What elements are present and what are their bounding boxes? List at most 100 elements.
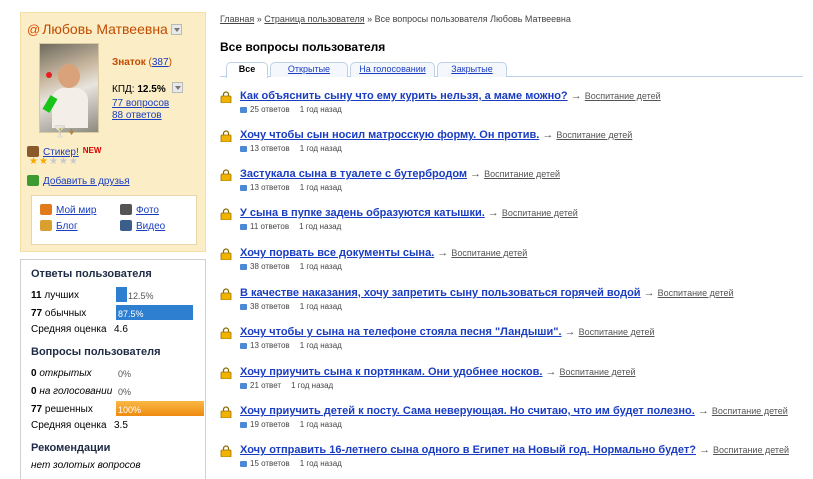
question-title-link[interactable]: У сына в пупке задень образуются катышки… — [240, 207, 485, 219]
answers-count: 13 ответов — [250, 183, 290, 192]
tab-voting-label[interactable]: На голосовании — [359, 64, 426, 74]
question-title-link[interactable]: В качестве наказания, хочу запретить сын… — [240, 287, 641, 299]
video-icon — [120, 220, 132, 231]
question-title-row: Хочу приучить сына к портянкам. Они удоб… — [240, 366, 636, 378]
question-category-link[interactable]: Воспитание детей — [579, 327, 655, 337]
question-category-link[interactable]: Воспитание детей — [713, 445, 789, 455]
best-answers-row: 11 лучших — [31, 290, 79, 301]
question-category-link[interactable]: Воспитание детей — [658, 288, 734, 298]
question-time: 1 год назад — [299, 222, 342, 231]
comment-bubble-icon — [240, 146, 247, 152]
question-category-link[interactable]: Воспитание детей — [585, 91, 661, 101]
usual-pct: 87.5% — [118, 309, 144, 319]
question-meta: 21 ответ 1 год назад — [240, 381, 333, 390]
avatar-face — [58, 64, 80, 88]
question-title-link[interactable]: Хочу приучить сына к портянкам. Они удоб… — [240, 366, 542, 378]
question-title-link[interactable]: Хочу чтобы у сына на телефоне стояла пес… — [240, 326, 562, 338]
lock-icon — [220, 367, 232, 379]
arrow-icon: → — [698, 444, 710, 456]
avg-answers-value: 4.6 — [114, 324, 128, 335]
open-label: открытых — [39, 368, 92, 379]
video-link[interactable]: Видео — [136, 221, 165, 232]
breadcrumb-current: Все вопросы пользователя Любовь Матвеевн… — [374, 14, 571, 24]
rank-text: Знаток — [112, 57, 146, 68]
blog-icon — [40, 220, 52, 231]
avatar[interactable] — [39, 43, 99, 133]
breadcrumb-user-page[interactable]: Страница пользователя — [264, 14, 364, 24]
points-link[interactable]: 387 — [152, 57, 169, 68]
question-title-row: Хочу отправить 16-летнего сына одного в … — [240, 444, 789, 456]
question-title-link[interactable]: Хочу приучить детей к посту. Сама неверу… — [240, 405, 695, 417]
kpd-info-icon[interactable] — [171, 82, 183, 93]
answers-count: 15 ответов — [250, 459, 290, 468]
question-title-row: Хочу приучить детей к посту. Сама неверу… — [240, 405, 788, 417]
tab-all[interactable]: Все — [226, 62, 268, 78]
my-world-link[interactable]: Мой мир — [56, 205, 96, 216]
question-category-link[interactable]: Воспитание детей — [556, 130, 632, 140]
user-stats: Ответы пользователя 11 лучших 12.5% 77 о… — [20, 259, 206, 479]
tab-closed-label[interactable]: Закрытые — [451, 64, 492, 74]
lock-icon — [220, 169, 232, 181]
star-filled-icon: ★ — [29, 156, 39, 167]
blog-item: Блог — [40, 220, 78, 232]
questions-count-link[interactable]: 77 вопросов — [112, 98, 169, 109]
video-item: Видео — [120, 220, 165, 232]
open-questions-row: 0 открытых — [31, 368, 92, 379]
question-title-link[interactable]: Как объяснить сыну что ему курить нельзя… — [240, 90, 568, 102]
avg-questions-row: Средняя оценка — [31, 420, 107, 431]
avg-answers-row: Средняя оценка — [31, 324, 107, 335]
star-empty-icon: ★ — [68, 156, 79, 167]
profile-name[interactable]: @ Любовь Матвеевна — [27, 21, 182, 37]
profile-menu-icon[interactable] — [170, 24, 182, 35]
question-title-link[interactable]: Хочу чтобы сын носил матросскую форму. О… — [240, 129, 539, 141]
solved-pct: 100% — [118, 405, 142, 415]
blog-link[interactable]: Блог — [56, 221, 78, 232]
tab-closed[interactable]: Закрытые — [437, 62, 507, 77]
question-title-link[interactable]: Хочу порвать все документы сына. — [240, 247, 434, 259]
vote-label: на голосовании — [39, 386, 113, 397]
question-meta: 38 ответов 1 год назад — [240, 262, 342, 271]
question-meta: 13 ответов 1 год назад — [240, 144, 342, 153]
question-title-link[interactable]: Застукала сына в туалете с бутербродом — [240, 168, 467, 180]
tab-voting[interactable]: На голосовании — [350, 62, 435, 77]
best-label: лучших — [44, 290, 80, 301]
breadcrumb-sep: » — [364, 14, 375, 24]
answers-count: 38 ответов — [250, 262, 290, 271]
tab-open[interactable]: Открытые — [270, 62, 348, 77]
photo-link[interactable]: Фото — [136, 205, 159, 216]
question-meta: 38 ответов 1 год назад — [240, 302, 342, 311]
tab-open-label[interactable]: Открытые — [288, 64, 330, 74]
breadcrumb-sep: » — [254, 14, 265, 24]
open-pct: 0% — [118, 369, 132, 379]
answers-count: 11 ответов — [250, 222, 290, 231]
answers-count-link[interactable]: 88 ответов — [112, 110, 162, 121]
profile-name-text[interactable]: Любовь Матвеевна — [42, 21, 168, 37]
tab-all-label: Все — [238, 64, 256, 74]
photo-item: Фото — [120, 204, 159, 216]
add-friend-icon — [27, 175, 39, 186]
question-category-link[interactable]: Воспитание детей — [484, 169, 560, 179]
best-pct: 12.5% — [128, 291, 154, 301]
question-category-link[interactable]: Воспитание детей — [712, 406, 788, 416]
best-answers-bar — [116, 287, 127, 302]
gift-icons[interactable]: 🍸♦ — [53, 125, 76, 138]
question-category-link[interactable]: Воспитание детей — [451, 248, 527, 258]
add-friend-link[interactable]: Добавить в друзья — [43, 176, 130, 187]
question-title-link[interactable]: Хочу отправить 16-летнего сына одного в … — [240, 444, 696, 456]
comment-bubble-icon — [240, 264, 247, 270]
question-time: 1 год назад — [299, 144, 342, 153]
breadcrumb-home[interactable]: Главная — [220, 14, 254, 24]
question-meta: 11 ответов 1 год назад — [240, 222, 341, 231]
question-category-link[interactable]: Воспитание детей — [560, 367, 636, 377]
question-meta: 19 ответов 1 год назад — [240, 420, 342, 429]
question-time: 1 год назад — [291, 381, 334, 390]
profile-links-box: Мой мир Фото Блог Видео — [31, 195, 197, 245]
recommendations-title: Рекомендации — [31, 442, 111, 454]
vote-count: 0 — [31, 386, 37, 397]
lock-icon — [220, 208, 232, 220]
usual-answers-row: 77 обычных — [31, 308, 86, 319]
question-category-link[interactable]: Воспитание детей — [502, 208, 578, 218]
question-meta: 13 ответов 1 год назад — [240, 183, 342, 192]
star-filled-icon: ★ — [38, 156, 49, 167]
question-title-row: Застукала сына в туалете с бутербродом → … — [240, 168, 560, 180]
